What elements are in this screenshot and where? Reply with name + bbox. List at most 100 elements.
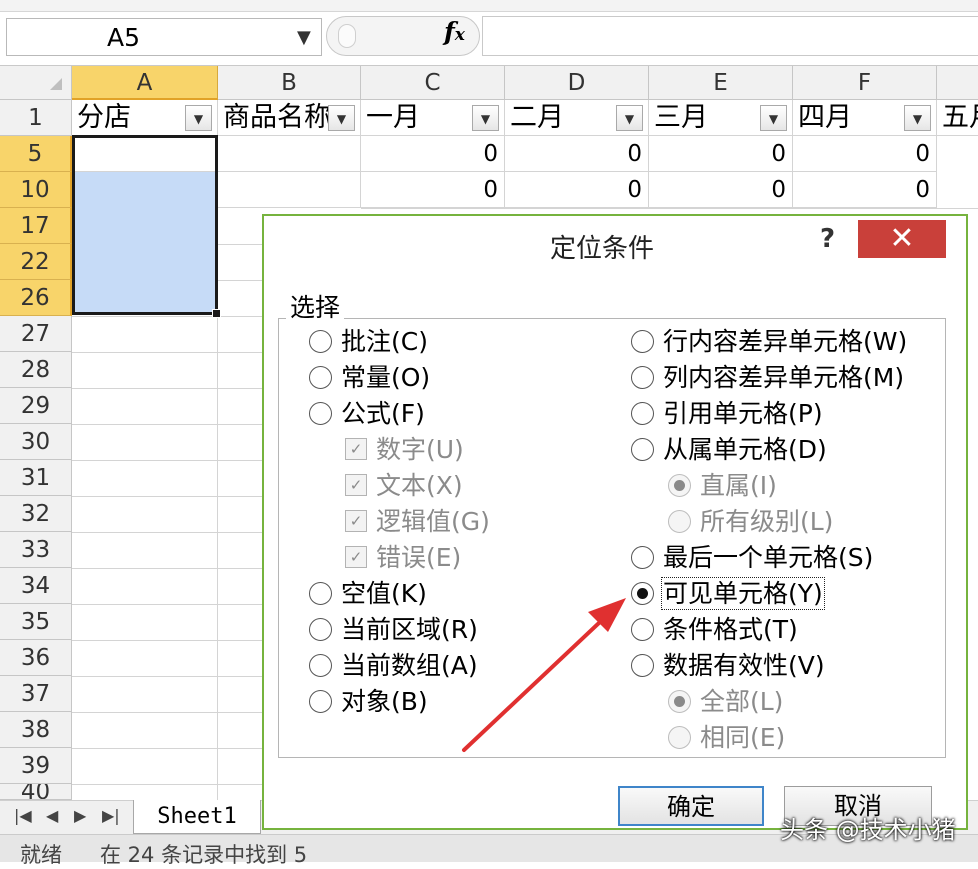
row-header[interactable]: 39 <box>0 748 72 784</box>
row-header[interactable]: 22 <box>0 244 72 280</box>
row-header[interactable]: 29 <box>0 388 72 424</box>
row-header[interactable]: 40 <box>0 784 72 800</box>
row-header[interactable]: 5 <box>0 136 72 172</box>
option-data-validation[interactable]: 数据有效性(V) <box>631 650 825 682</box>
radio-button[interactable] <box>309 581 332 605</box>
cell-c5[interactable]: 0 <box>361 136 505 172</box>
cell-f5[interactable]: 0 <box>793 136 937 172</box>
filter-dropdown-icon[interactable]: ▼ <box>904 105 931 131</box>
radio-button[interactable] <box>631 617 654 641</box>
option-errors: ✓ 错误(E) <box>345 542 461 574</box>
option-row-differences[interactable]: 行内容差异单元格(W) <box>631 326 907 358</box>
option-label: 行内容差异单元格(W) <box>663 327 908 356</box>
option-current-array[interactable]: 当前数组(A) <box>309 650 478 682</box>
drag-handle-icon[interactable] <box>338 24 356 48</box>
option-constants[interactable]: 常量(O) <box>309 362 430 394</box>
first-sheet-icon[interactable]: |◀ <box>14 806 32 825</box>
last-sheet-icon[interactable]: ▶| <box>102 806 120 825</box>
cell-c10[interactable]: 0 <box>361 172 505 208</box>
row-header[interactable]: 38 <box>0 712 72 748</box>
row-header[interactable]: 1 <box>0 100 72 136</box>
ok-button[interactable]: 确定 <box>618 786 764 826</box>
option-visible-cells[interactable]: 可见单元格(Y) <box>631 577 825 610</box>
row-header[interactable]: 26 <box>0 280 72 316</box>
radio-button[interactable] <box>309 653 332 677</box>
option-label: 引用单元格(P) <box>663 399 823 428</box>
column-header-c[interactable]: C <box>361 66 505 100</box>
option-label: 列内容差异单元格(M) <box>663 363 905 392</box>
row-header[interactable]: 33 <box>0 532 72 568</box>
option-comments[interactable]: 批注(C) <box>309 326 428 358</box>
row-header[interactable]: 37 <box>0 676 72 712</box>
radio-button[interactable] <box>631 329 654 353</box>
filter-dropdown-icon[interactable]: ▼ <box>328 105 355 131</box>
grid-line <box>72 748 262 749</box>
row-header[interactable]: 31 <box>0 460 72 496</box>
help-button[interactable]: ? <box>820 224 835 254</box>
row-header[interactable]: 10 <box>0 172 72 208</box>
row-header[interactable]: 28 <box>0 352 72 388</box>
cell-e10[interactable]: 0 <box>649 172 793 208</box>
name-box[interactable]: A5 ▼ <box>6 18 322 56</box>
row-header[interactable]: 32 <box>0 496 72 532</box>
option-last-cell[interactable]: 最后一个单元格(S) <box>631 542 873 574</box>
radio-button[interactable] <box>631 437 654 461</box>
prev-sheet-icon[interactable]: ◀ <box>46 806 58 825</box>
grid-line <box>72 784 262 785</box>
cell-f10[interactable]: 0 <box>793 172 937 208</box>
column-header-f[interactable]: F <box>793 66 937 100</box>
radio-button[interactable] <box>631 653 654 677</box>
formula-input[interactable] <box>482 16 978 56</box>
column-header-d[interactable]: D <box>505 66 649 100</box>
radio-button[interactable] <box>631 365 654 389</box>
option-numbers: ✓ 数字(U) <box>345 434 464 466</box>
row-header[interactable]: 30 <box>0 424 72 460</box>
cell-d10[interactable]: 0 <box>505 172 649 208</box>
radio-button[interactable] <box>309 365 332 389</box>
option-label: 错误(E) <box>376 543 462 572</box>
option-objects[interactable]: 对象(B) <box>309 686 428 718</box>
fill-handle[interactable] <box>212 309 221 318</box>
option-current-region[interactable]: 当前区域(R) <box>309 614 478 646</box>
chevron-down-icon[interactable]: ▼ <box>297 27 311 48</box>
option-label: 文本(X) <box>376 471 463 500</box>
radio-button-selected[interactable] <box>631 581 654 605</box>
cell-g1[interactable]: 五月 <box>937 100 978 136</box>
sheet-tab[interactable]: Sheet1 <box>133 800 261 834</box>
grid-line <box>72 532 262 533</box>
radio-button[interactable] <box>309 689 332 713</box>
row-header[interactable]: 36 <box>0 640 72 676</box>
watermark: 头条 @技术小猪 <box>780 816 956 844</box>
filter-dropdown-icon[interactable]: ▼ <box>185 105 212 131</box>
cell-d5[interactable]: 0 <box>505 136 649 172</box>
row-header[interactable]: 34 <box>0 568 72 604</box>
insert-function-icon[interactable]: fx <box>444 17 465 46</box>
radio-button[interactable] <box>309 617 332 641</box>
radio-button[interactable] <box>631 545 654 569</box>
close-button[interactable]: ✕ <box>858 220 946 258</box>
filter-dropdown-icon[interactable]: ▼ <box>616 105 643 131</box>
option-formulas[interactable]: 公式(F) <box>309 398 425 430</box>
option-precedents[interactable]: 引用单元格(P) <box>631 398 823 430</box>
cell-b10[interactable] <box>218 172 361 208</box>
row-header[interactable]: 27 <box>0 316 72 352</box>
radio-button[interactable] <box>309 401 332 425</box>
option-column-differences[interactable]: 列内容差异单元格(M) <box>631 362 904 394</box>
cell-e5[interactable]: 0 <box>649 136 793 172</box>
row-header[interactable]: 35 <box>0 604 72 640</box>
option-conditional-formats[interactable]: 条件格式(T) <box>631 614 798 646</box>
filter-dropdown-icon[interactable]: ▼ <box>760 105 787 131</box>
column-header-g[interactable] <box>937 66 978 100</box>
radio-button[interactable] <box>309 329 332 353</box>
column-header-b[interactable]: B <box>218 66 361 100</box>
option-dependents[interactable]: 从属单元格(D) <box>631 434 827 466</box>
column-header-a[interactable]: A <box>72 66 218 100</box>
row-header[interactable]: 17 <box>0 208 72 244</box>
option-blanks[interactable]: 空值(K) <box>309 578 427 610</box>
radio-button[interactable] <box>631 401 654 425</box>
column-header-e[interactable]: E <box>649 66 793 100</box>
cell-b5[interactable] <box>218 136 361 172</box>
next-sheet-icon[interactable]: ▶ <box>74 806 86 825</box>
filter-dropdown-icon[interactable]: ▼ <box>472 105 499 131</box>
option-label: 数据有效性(V) <box>663 651 825 680</box>
